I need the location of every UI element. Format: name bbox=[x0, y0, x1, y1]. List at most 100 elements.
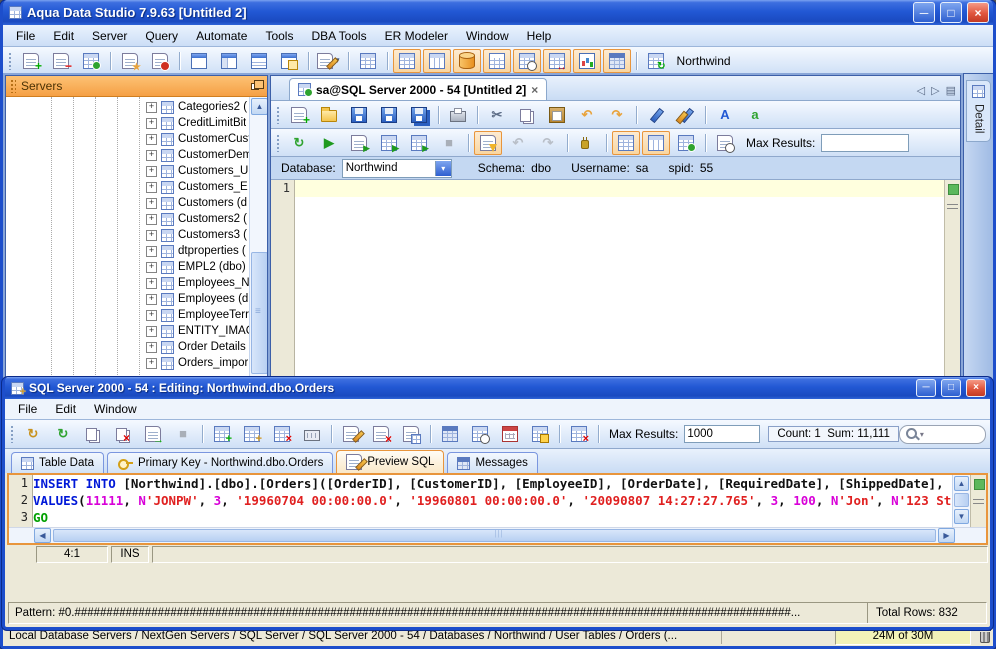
tree-item-categories2[interactable]: +Categories2 ( bbox=[6, 99, 267, 115]
expand-icon[interactable]: + bbox=[146, 358, 157, 369]
expand-icon[interactable]: + bbox=[146, 198, 157, 209]
tree-item-customercust[interactable]: +CustomerCust bbox=[6, 131, 267, 147]
auto-commit-icon[interactable] bbox=[474, 131, 502, 155]
close-button[interactable]: × bbox=[967, 2, 989, 23]
expand-icon[interactable]: + bbox=[146, 278, 157, 289]
tree-item-dtproperties[interactable]: +dtproperties ( bbox=[6, 243, 267, 259]
menu-file[interactable]: File bbox=[7, 27, 44, 45]
tree-item-employees-ni[interactable]: +Employees_Ni bbox=[6, 275, 267, 291]
expand-icon[interactable]: + bbox=[146, 342, 157, 353]
detail-tab[interactable]: Detail bbox=[966, 80, 991, 142]
expand-icon[interactable]: + bbox=[146, 118, 157, 129]
expand-icon[interactable]: + bbox=[146, 214, 157, 225]
schema-browser-icon[interactable] bbox=[354, 49, 382, 73]
duplicate-row-icon[interactable] bbox=[238, 422, 266, 446]
export-results-icon[interactable] bbox=[672, 131, 700, 155]
tab-messages[interactable]: Messages bbox=[447, 452, 537, 473]
tree-item-customers-d[interactable]: +Customers (d bbox=[6, 195, 267, 211]
statistics-view-icon[interactable] bbox=[573, 49, 601, 73]
execute-icon[interactable]: ↻ bbox=[285, 131, 313, 155]
detach-window-icon[interactable] bbox=[275, 49, 303, 73]
edit-close-button[interactable]: × bbox=[966, 379, 986, 397]
lowercase-icon[interactable]: a bbox=[741, 103, 769, 127]
print-icon[interactable] bbox=[444, 103, 472, 127]
pivot-results-icon[interactable] bbox=[642, 131, 670, 155]
query-analyzer-icon[interactable] bbox=[116, 49, 144, 73]
menu-help[interactable]: Help bbox=[518, 27, 561, 45]
edit-titlebar[interactable]: SQL Server 2000 - 54 : Editing: Northwin… bbox=[5, 377, 990, 399]
expand-icon[interactable]: + bbox=[146, 166, 157, 177]
menu-file[interactable]: File bbox=[9, 400, 46, 418]
hscroll-thumb[interactable] bbox=[53, 529, 936, 542]
stop-analyzer-icon[interactable] bbox=[146, 49, 174, 73]
menu-window[interactable]: Window bbox=[85, 400, 146, 418]
tree-item-customers3[interactable]: +Customers3 ( bbox=[6, 227, 267, 243]
scroll-thumb[interactable] bbox=[954, 493, 969, 507]
maximize-button[interactable]: □ bbox=[940, 2, 962, 23]
scroll-thumb[interactable] bbox=[251, 252, 267, 374]
menu-tools[interactable]: Tools bbox=[256, 27, 302, 45]
connections-icon[interactable] bbox=[77, 49, 105, 73]
grid-view-icon[interactable] bbox=[483, 49, 511, 73]
cancel-changes-icon[interactable] bbox=[109, 422, 137, 446]
stop-icon[interactable]: ■ bbox=[435, 131, 463, 155]
delete-row-icon[interactable] bbox=[268, 422, 296, 446]
expand-icon[interactable]: + bbox=[146, 326, 157, 337]
refresh-database-icon[interactable] bbox=[642, 49, 670, 73]
tree-item-orders-impor[interactable]: +Orders_impor bbox=[6, 355, 267, 371]
expand-icon[interactable]: + bbox=[146, 262, 157, 273]
sql-code[interactable]: INSERT INTO [Northwind].[dbo].[Orders]([… bbox=[33, 475, 952, 527]
storage-view-icon[interactable] bbox=[453, 49, 481, 73]
scroll-right-icon[interactable]: ▶ bbox=[938, 528, 955, 543]
tree-item-employees-d[interactable]: +Employees (d bbox=[6, 291, 267, 307]
save-as-icon[interactable] bbox=[375, 103, 403, 127]
refresh-commit-icon[interactable]: ↻ bbox=[49, 422, 77, 446]
save-icon[interactable] bbox=[345, 103, 373, 127]
rollback-icon[interactable]: ↷ bbox=[534, 131, 562, 155]
menu-er-modeler[interactable]: ER Modeler bbox=[376, 27, 457, 45]
query-tab[interactable]: sa@SQL Server 2000 - 54 [Untitled 2] × bbox=[289, 78, 547, 100]
execute-script-icon[interactable] bbox=[345, 131, 373, 155]
search-dropdown-icon[interactable]: ▾ bbox=[920, 430, 924, 439]
tab-scroll-left-icon[interactable]: ◁ bbox=[917, 84, 925, 97]
sql-editor[interactable]: 123 INSERT INTO [Northwind].[dbo].[Order… bbox=[9, 475, 986, 527]
admin-window-icon[interactable] bbox=[245, 49, 273, 73]
tab-table-data[interactable]: Table Data bbox=[11, 452, 104, 473]
stop-icon[interactable]: ■ bbox=[169, 422, 197, 446]
sql-vertical-scrollbar[interactable]: ▲ ▼ bbox=[952, 475, 970, 527]
new-file-icon[interactable] bbox=[285, 103, 313, 127]
grid-results-icon[interactable] bbox=[612, 131, 640, 155]
cut-icon[interactable]: ✂ bbox=[483, 103, 511, 127]
trash-icon[interactable] bbox=[980, 632, 990, 643]
toolbar-grip[interactable] bbox=[276, 134, 281, 152]
tree-item-entity-imag[interactable]: +ENTITY_IMAG bbox=[6, 323, 267, 339]
format-options-icon[interactable] bbox=[672, 103, 700, 127]
toolbar-grip[interactable] bbox=[8, 52, 13, 70]
data-view-icon[interactable] bbox=[603, 49, 631, 73]
tree-item-creditlimitbit[interactable]: +CreditLimitBit bbox=[6, 115, 267, 131]
combo-arrow-icon[interactable]: ▾ bbox=[435, 161, 451, 176]
edit-value-icon[interactable] bbox=[337, 422, 365, 446]
max-results-input[interactable] bbox=[821, 134, 909, 152]
copy-icon[interactable] bbox=[513, 103, 541, 127]
uppercase-icon[interactable]: A bbox=[711, 103, 739, 127]
database-combo[interactable]: Northwind ▾ bbox=[342, 159, 452, 178]
menu-edit[interactable]: Edit bbox=[44, 27, 83, 45]
sql-horizontal-scrollbar[interactable]: ◀ ▶ bbox=[9, 527, 986, 543]
undo-icon[interactable]: ↶ bbox=[573, 103, 601, 127]
filter-icon[interactable] bbox=[565, 422, 593, 446]
tab-close-icon[interactable]: × bbox=[531, 83, 538, 97]
scroll-down-icon[interactable]: ▼ bbox=[954, 509, 969, 524]
search-box[interactable]: ▾ bbox=[899, 425, 986, 444]
expand-icon[interactable]: + bbox=[146, 134, 157, 145]
references-view-icon[interactable] bbox=[543, 49, 571, 73]
tree-item-customers-e[interactable]: +Customers_E bbox=[6, 179, 267, 195]
history-icon[interactable] bbox=[711, 131, 739, 155]
expand-icon[interactable]: + bbox=[146, 150, 157, 161]
open-window-icon[interactable] bbox=[215, 49, 243, 73]
execute-run-icon[interactable]: ▶ bbox=[315, 131, 343, 155]
menu-automate[interactable]: Automate bbox=[187, 27, 256, 45]
refresh-icon[interactable]: ↻ bbox=[19, 422, 47, 446]
register-server-icon[interactable] bbox=[17, 49, 45, 73]
expand-icon[interactable]: + bbox=[146, 294, 157, 305]
